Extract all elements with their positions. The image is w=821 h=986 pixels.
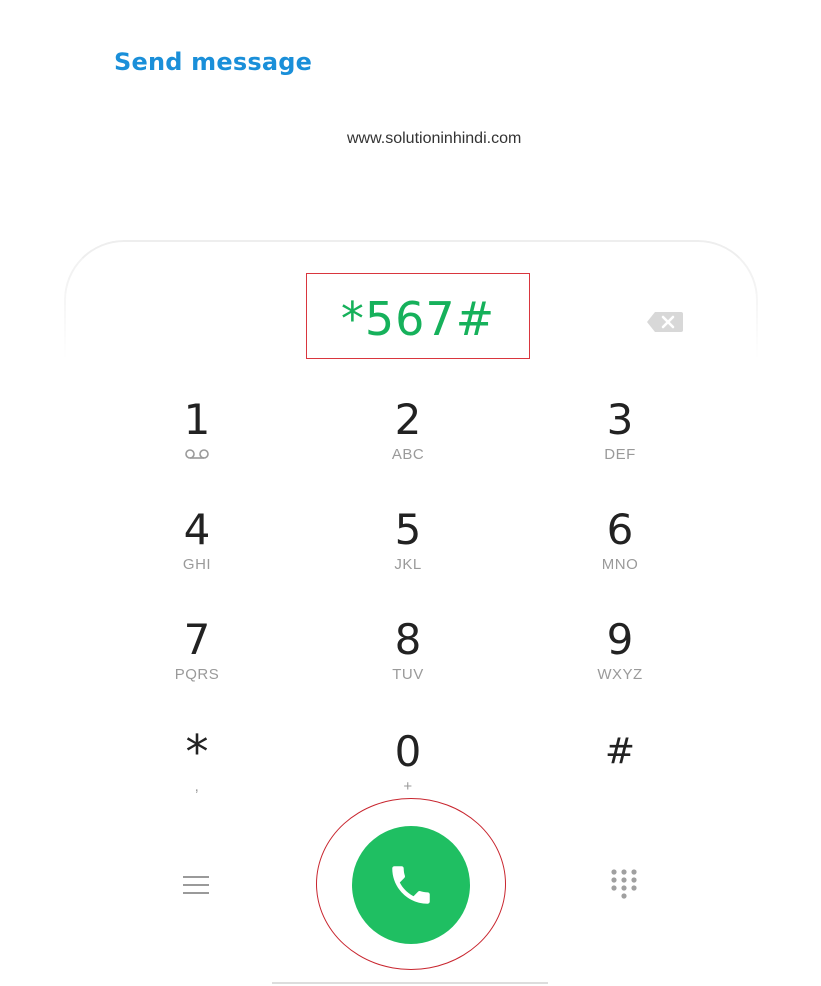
- voicemail-icon: [185, 449, 209, 459]
- backspace-icon[interactable]: [646, 310, 684, 334]
- key-digit: 9: [606, 615, 634, 664]
- dial-key-1[interactable]: 1: [122, 398, 272, 488]
- dialed-number-highlight: *567#: [306, 273, 530, 359]
- key-digit: *: [185, 725, 209, 779]
- key-digit: 5: [394, 505, 422, 554]
- key-digit: 3: [606, 395, 634, 444]
- menu-icon[interactable]: [182, 874, 210, 896]
- dial-key-hash[interactable]: #: [545, 730, 695, 820]
- key-digit: 4: [183, 505, 211, 554]
- key-digit: 0: [394, 727, 422, 776]
- dial-key-8[interactable]: 8 TUV: [333, 618, 483, 708]
- key-letters: TUV: [392, 666, 424, 683]
- key-letters: PQRS: [174, 666, 220, 683]
- key-digit: 8: [394, 615, 422, 664]
- key-letters: JKL: [394, 556, 422, 573]
- key-letters: DEF: [604, 446, 636, 463]
- dial-key-4[interactable]: 4 GHI: [122, 508, 272, 598]
- key-digit: 6: [606, 505, 634, 554]
- key-digit: 1: [183, 395, 211, 444]
- key-letters: +: [403, 778, 413, 795]
- phone-icon: [392, 866, 430, 904]
- dial-key-9[interactable]: 9 WXYZ: [545, 618, 695, 708]
- dial-key-5[interactable]: 5 JKL: [333, 508, 483, 598]
- key-letters: GHI: [182, 556, 212, 573]
- key-letters: MNO: [601, 556, 639, 573]
- dial-key-3[interactable]: 3 DEF: [545, 398, 695, 488]
- dial-key-7[interactable]: 7 PQRS: [122, 618, 272, 708]
- watermark-text: www.solutioninhindi.com: [347, 130, 522, 147]
- send-message-link[interactable]: Send message: [114, 48, 312, 76]
- key-digit: 7: [183, 615, 211, 664]
- dialpad-icon[interactable]: [610, 868, 638, 900]
- key-letters: ,: [194, 778, 200, 795]
- navigation-handle[interactable]: [272, 982, 548, 984]
- dial-key-6[interactable]: 6 MNO: [545, 508, 695, 598]
- dialed-number-display[interactable]: *567#: [307, 292, 529, 346]
- dial-key-star[interactable]: * ,: [122, 725, 272, 820]
- call-button[interactable]: [352, 826, 470, 944]
- key-letters: ABC: [391, 446, 425, 463]
- dial-key-2[interactable]: 2 ABC: [333, 398, 483, 488]
- key-letters: WXYZ: [597, 666, 643, 683]
- key-digit: #: [604, 731, 636, 772]
- key-digit: 2: [394, 395, 422, 444]
